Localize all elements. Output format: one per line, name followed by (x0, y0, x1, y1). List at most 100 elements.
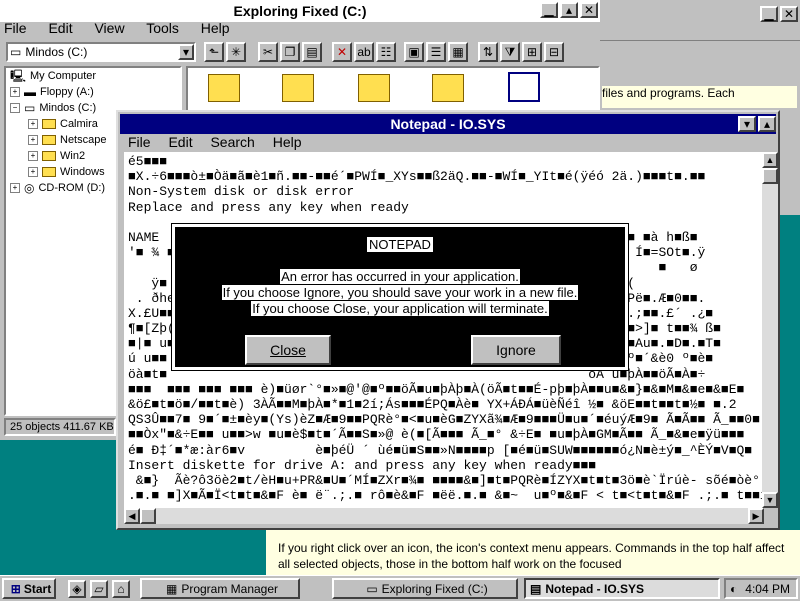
close-icon: ✕ (583, 3, 595, 17)
scroll-left-button[interactable]: ◀ (124, 508, 140, 524)
minimize-button[interactable]: ▁ (540, 2, 558, 18)
tree-item-my-computer[interactable]: 🖳 My Computer (10, 70, 96, 82)
system-tray: ◐ 4:04 PM (724, 578, 798, 599)
scroll-thumb[interactable] (762, 168, 778, 184)
quicklaunch-folder-button[interactable]: ▱ (90, 580, 108, 598)
explorer-title-bar[interactable]: Exploring Fixed (C:) (0, 0, 600, 22)
expand-icon[interactable]: + (10, 183, 20, 193)
tree-item-netscape[interactable]: + Netscape (28, 134, 106, 146)
start-label: Start (23, 581, 52, 596)
task-notepad[interactable]: ▤ Notepad - IO.SYS (524, 578, 720, 599)
copy-button[interactable]: ❐ (280, 42, 300, 62)
large-icons-button[interactable]: ▣ (404, 42, 424, 62)
drive-selector[interactable]: ▭ Mindos (C:) ▾ (6, 42, 196, 62)
close-button[interactable]: Close (245, 335, 331, 365)
help-close-button[interactable]: ✕ (780, 6, 798, 22)
tree-item-label: Floppy (A:) (40, 86, 94, 98)
notepad-menu-edit[interactable]: Edit (168, 134, 192, 150)
notepad-menu-file[interactable]: File (128, 134, 151, 150)
help-minimize-button[interactable]: ▁ (760, 6, 778, 22)
quicklaunch-app-button[interactable]: ◈ (68, 580, 86, 598)
folder-icon[interactable] (358, 74, 390, 102)
clock: 4:04 PM (745, 581, 790, 596)
drive-dropdown-button[interactable]: ▾ (178, 44, 194, 60)
folder-icon[interactable] (208, 74, 240, 102)
tree-item-floppy[interactable]: + ▬ Floppy (A:) (10, 86, 94, 98)
expand-icon[interactable]: + (28, 151, 38, 161)
expand-icon[interactable]: + (28, 167, 38, 177)
folder-icon (42, 135, 56, 145)
folder-icon[interactable] (432, 74, 464, 102)
large-icons-icon: ▣ (408, 45, 420, 59)
menu-help[interactable]: Help (201, 20, 230, 36)
horizontal-scrollbar[interactable]: ◀ ▶ (124, 508, 764, 524)
paste-button[interactable]: ▤ (302, 42, 322, 62)
scroll-up-button[interactable]: ▲ (762, 152, 778, 168)
tree-item-windows[interactable]: + Windows (28, 166, 105, 178)
notepad-maximize-button[interactable]: ▴ (758, 116, 776, 132)
expand-icon[interactable]: + (28, 119, 38, 129)
taskbar: ⊞ Start ◈ ▱ ⌂ ▦ Program Manager ▭ Explor… (0, 575, 800, 601)
quicklaunch-network-button[interactable]: ⌂ (112, 580, 130, 598)
filter-button[interactable]: ⧩ (500, 42, 520, 62)
notepad-text-line: ■X.÷6■■■ò±■Òä■ã■è1■ñ.■■-■■é´■PWÍ■_XYs■■ß… (128, 169, 706, 185)
folder-icon[interactable] (282, 74, 314, 102)
menu-file[interactable]: File (4, 20, 27, 36)
expand-icon[interactable]: + (28, 135, 38, 145)
up-folder-button[interactable]: ⬑ (204, 42, 224, 62)
new-folder-icon: ✳ (230, 45, 242, 59)
menu-edit[interactable]: Edit (48, 20, 72, 36)
delete-button[interactable]: ✕ (332, 42, 352, 62)
program-manager-icon: ▦ (165, 581, 178, 596)
expand-icon[interactable]: + (10, 87, 20, 97)
menu-view[interactable]: View (94, 20, 124, 36)
error-dialog: NOTEPAD An error has occurred in your ap… (171, 223, 629, 371)
new-folder-button[interactable]: ✳ (226, 42, 246, 62)
notepad-title-bar[interactable]: Notepad - IO.SYS (120, 114, 776, 134)
start-button[interactable]: ⊞ Start (2, 578, 56, 599)
collapse-icon[interactable]: − (10, 103, 20, 113)
notepad-title: Notepad - IO.SYS (390, 116, 506, 132)
details-view-button[interactable]: ▦ (448, 42, 468, 62)
tree-item-win2[interactable]: + Win2 (28, 150, 85, 162)
hscroll-thumb[interactable] (140, 508, 156, 524)
tree-item-mindos[interactable]: − ▭ Mindos (C:) (10, 102, 96, 114)
tree-item-cdrom[interactable]: + ◎ CD-ROM (D:) (10, 182, 105, 194)
drive-selector-value: Mindos (C:) (25, 45, 88, 59)
ignore-button[interactable]: Ignore (471, 335, 561, 365)
help-text-top-content: files and programs. Each (602, 86, 735, 100)
cut-button[interactable]: ✂ (258, 42, 278, 62)
task-program-manager[interactable]: ▦ Program Manager (140, 578, 300, 599)
tile-button[interactable]: ⊞ (522, 42, 542, 62)
file-icon[interactable] (508, 72, 540, 102)
ignore-button-label: Ignore (496, 342, 536, 358)
computer-icon: 🖳 (10, 69, 27, 83)
scroll-right-button[interactable]: ▶ (748, 508, 764, 524)
tree-item-calmira[interactable]: + Calmira (28, 118, 98, 130)
notepad-menu-search[interactable]: Search (210, 134, 254, 150)
close-window-button[interactable]: ✕ (580, 2, 598, 18)
notepad-menu-help[interactable]: Help (273, 134, 302, 150)
scroll-down-button[interactable]: ▼ (762, 492, 778, 508)
list-view-button[interactable]: ☰ (426, 42, 446, 62)
speaker-icon[interactable]: ◐ (730, 583, 737, 595)
tile-icon: ⊞ (526, 45, 538, 59)
windows-logo-icon: ⊞ (10, 581, 21, 596)
minimize-icon: ▁ (544, 3, 554, 17)
notepad-minimize-button[interactable]: ▾ (738, 116, 756, 132)
map-drive-button[interactable]: ⊟ (544, 42, 564, 62)
properties-button[interactable]: ☷ (376, 42, 396, 62)
maximize-button[interactable]: ▴ (560, 2, 578, 18)
vertical-scrollbar[interactable]: ▲ ▼ (762, 152, 778, 508)
network-icon: ⌂ (117, 582, 125, 596)
floppy-icon: ▬ (24, 85, 36, 99)
dialog-message-text: If you choose Close, your application wi… (251, 301, 549, 316)
notepad-menu-bar: File Edit Search Help (128, 134, 316, 150)
rename-button[interactable]: ab (354, 42, 374, 62)
maximize-icon: ▴ (763, 117, 771, 131)
menu-tools[interactable]: Tools (146, 20, 179, 36)
arrow-right-icon: ▶ (752, 510, 760, 521)
tree-item-label: Mindos (C:) (39, 102, 97, 114)
sort-button[interactable]: ⇅ (478, 42, 498, 62)
task-explorer[interactable]: ▭ Exploring Fixed (C:) (332, 578, 518, 599)
